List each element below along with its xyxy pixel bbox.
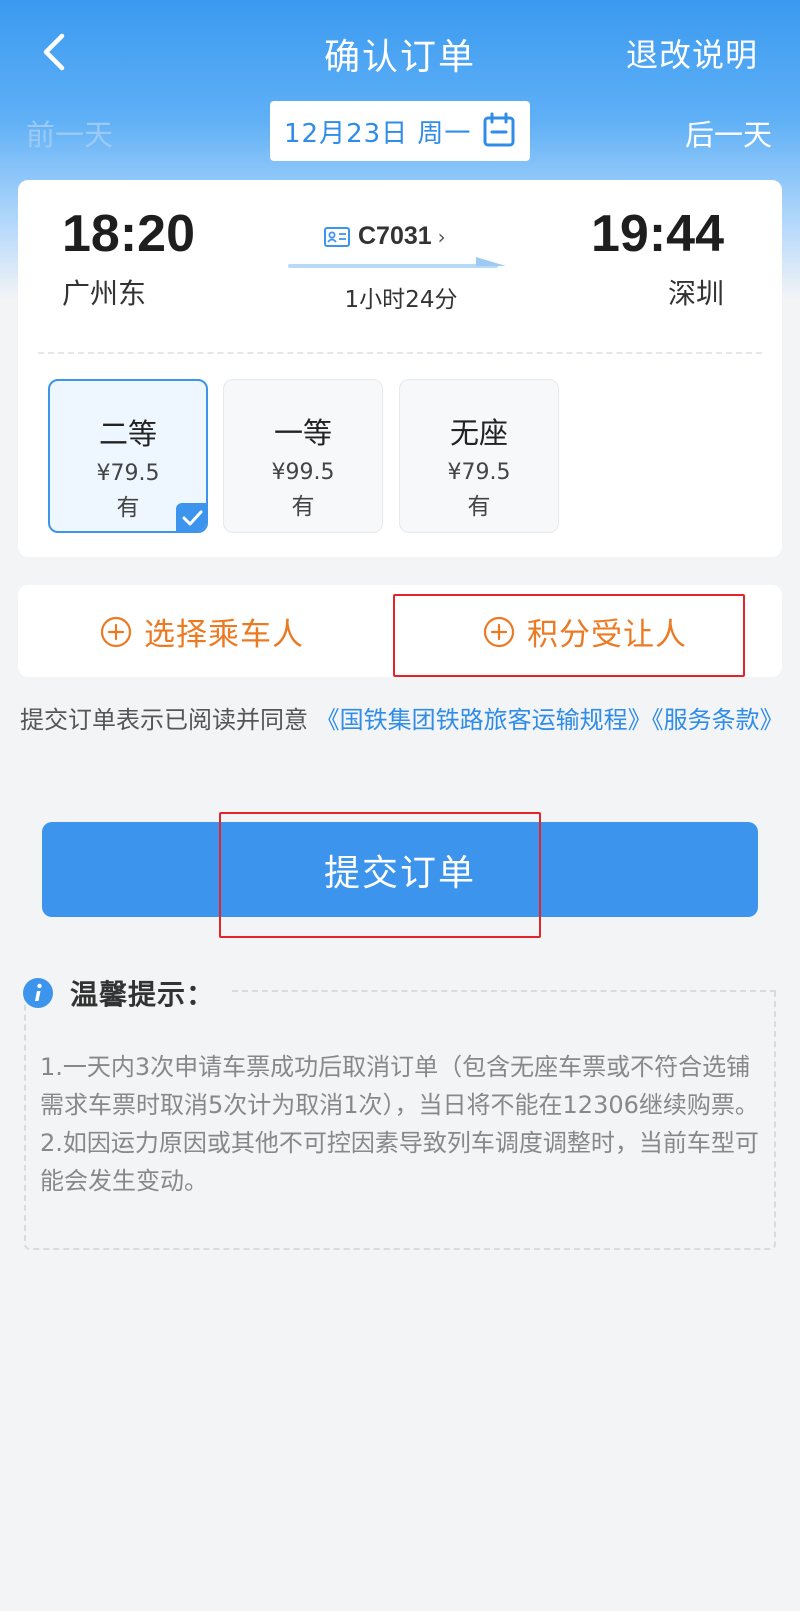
seat-availability: 有 [291,494,315,520]
plus-circle-icon [100,616,132,647]
next-day-button[interactable]: 后一天 [685,112,772,154]
train-info-card: 18:20 广州东 C7031 › 1小时24分 19:44 深圳 二等 ¥79… [18,180,782,557]
tips-title: 温馨提示： [70,978,216,1011]
order-confirm-page: 确认订单 退改说明 前一天 12月23日 周一 后一天 18:20 广州东 C7… [0,0,800,1611]
agreement-notice: 提交订单表示已阅读并同意 《国铁集团铁路旅客运输规程》《服务条款》 [20,696,790,744]
select-passenger-button[interactable]: 选择乘车人 [100,609,304,654]
terms-link[interactable]: 《服务条款》 [652,706,784,734]
select-passenger-label: 选择乘车人 [144,617,304,653]
arrival-time: 19:44 [591,205,724,263]
submit-order-button[interactable]: 提交订单 [42,822,758,917]
info-icon [23,978,53,1008]
seat-option-no-seat[interactable]: 无座 ¥79.5 有 [399,379,559,533]
tip-item: 1.一天内3次申请车票成功后取消订单（包含无座车票或不符合选铺需求车票时取消5次… [40,1053,759,1119]
arrival-station: 深圳 [667,277,724,310]
passenger-actions-card: 选择乘车人 积分受让人 [18,585,782,677]
previous-day-button[interactable]: 前一天 [26,112,113,154]
plus-circle-icon [483,616,515,647]
departure-time: 18:20 [62,205,195,263]
seat-price: ¥99.5 [271,460,335,485]
refund-change-info-link[interactable]: 退改说明 [626,30,758,76]
dashed-divider [38,352,762,354]
seat-availability: 有 [467,494,491,520]
id-card-icon [324,226,350,247]
seat-price: ¥79.5 [96,461,160,486]
check-icon [176,503,206,531]
chevron-right-icon: › [437,224,446,249]
train-number: C7031 [358,222,432,250]
tips-content: 1.一天内3次申请车票成功后取消订单（包含无座车票或不符合选铺需求车票时取消5次… [40,1048,760,1200]
seat-class-name: 一等 [273,416,332,450]
selected-date: 12月23日 周一 [284,118,472,149]
date-selector[interactable]: 12月23日 周一 [270,101,530,161]
calendar-icon [483,112,515,147]
tips-top-border [232,990,776,992]
points-beneficiary-label: 积分受让人 [527,617,687,653]
tips-header: 温馨提示： [22,973,215,1013]
seat-class-name: 无座 [449,416,508,450]
seat-option-first-class[interactable]: 一等 ¥99.5 有 [223,379,383,533]
direction-arrow [288,257,506,268]
seat-option-second-class[interactable]: 二等 ¥79.5 有 [48,379,208,533]
seat-price: ¥79.5 [447,460,511,485]
seat-class-name: 二等 [98,417,157,451]
rules-link[interactable]: 《国铁集团铁路旅客运输规程》 [316,706,652,734]
tip-item: 2.如因运力原因或其他不可控因素导致列车调度调整时，当前车型可能会发生变动。 [40,1129,759,1195]
trip-duration: 1小时24分 [344,287,458,313]
train-number-link[interactable]: C7031 › [324,222,446,251]
departure-station: 广州东 [62,277,147,310]
points-beneficiary-button[interactable]: 积分受让人 [483,609,687,654]
agreement-text: 提交订单表示已阅读并同意 [20,706,308,734]
